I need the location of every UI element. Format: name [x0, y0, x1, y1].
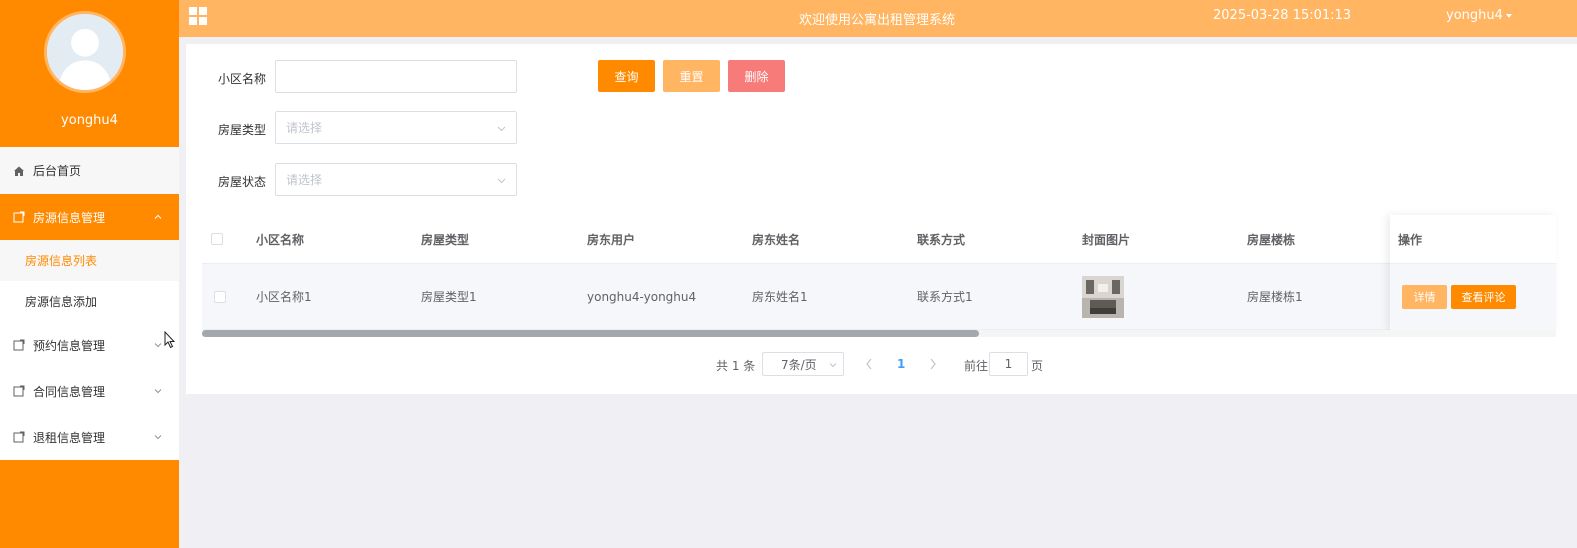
- sidebar-item-label: 房源信息管理: [33, 210, 106, 225]
- cell-community: 小区名称1: [256, 290, 312, 304]
- actions-cell: 详情 查看评论: [1390, 264, 1556, 330]
- cell-cover: [1082, 264, 1124, 329]
- page-number[interactable]: 1: [897, 357, 905, 371]
- user-dropdown[interactable]: yonghu4: [1446, 8, 1512, 23]
- community-input[interactable]: [275, 60, 517, 93]
- reset-button[interactable]: 重置: [663, 60, 720, 92]
- sidebar-item-label: 合同信息管理: [33, 384, 106, 399]
- cell-contact: 联系方式1: [917, 290, 973, 304]
- user-dropdown-label: yonghu4: [1446, 8, 1503, 23]
- pagination: 共 1 条 7条/页 1 前往 1 页: [186, 352, 1577, 376]
- house-type-select[interactable]: 请选择: [275, 111, 517, 144]
- sidebar-item-booking[interactable]: 预约信息管理: [0, 322, 179, 368]
- home-icon: [13, 165, 25, 177]
- table-row[interactable]: 小区名称1 房屋类型1 yonghu4-yonghu4 房东姓名1 联系方式1: [202, 264, 1556, 330]
- sidebar-item-checkout[interactable]: 退租信息管理: [0, 414, 179, 460]
- house-table: 小区名称 房屋类型 房东用户 房东姓名 联系方式 封面图片 房屋楼栋 小区名称1…: [202, 215, 1556, 330]
- header-building[interactable]: 房屋楼栋: [1247, 215, 1295, 263]
- view-reviews-button[interactable]: 查看评论: [1451, 285, 1516, 309]
- sidebar-menu: 后台首页 房源信息管理 房源信息列表 房源信息添加 预约信息管理 合同信息管理: [0, 147, 179, 460]
- house-type-label: 房屋类型: [218, 123, 267, 137]
- header-owner-name[interactable]: 房东姓名: [752, 215, 800, 263]
- header-actions: 操作: [1390, 215, 1556, 264]
- document-icon: [13, 431, 25, 443]
- sidebar-username: yonghu4: [61, 113, 118, 128]
- cover-image[interactable]: [1082, 275, 1124, 318]
- delete-button[interactable]: 删除: [728, 60, 785, 92]
- sidebar-item-home[interactable]: 后台首页: [0, 147, 179, 194]
- page-suffix: 页: [1031, 359, 1044, 373]
- row-checkbox[interactable]: [214, 290, 226, 303]
- detail-button[interactable]: 详情: [1402, 285, 1447, 309]
- cell-building: 房屋楼栋1: [1247, 290, 1303, 304]
- content-card: 小区名称 房屋类型 请选择 房屋状态 请选择 查询 重置 删除 小区名称 房屋类…: [186, 44, 1577, 394]
- chevron-down-icon: [154, 343, 162, 348]
- horizontal-scrollbar[interactable]: [202, 330, 1556, 337]
- document-icon: [13, 385, 25, 397]
- chevron-down-icon: [497, 178, 506, 184]
- goto-page-input[interactable]: 1: [989, 352, 1028, 376]
- app-title: 欢迎使用公寓出租管理系统: [799, 13, 956, 28]
- header-cover[interactable]: 封面图片: [1082, 215, 1130, 263]
- cell-type: 房屋类型1: [421, 290, 477, 304]
- sidebar-item-label: 后台首页: [33, 164, 82, 178]
- chevron-up-icon: [154, 214, 162, 219]
- sidebar-item-house-info[interactable]: 房源信息管理: [0, 194, 179, 240]
- actions-column: 操作 详情 查看评论: [1390, 215, 1556, 331]
- current-datetime: 2025-03-28 15:01:13: [1213, 8, 1352, 23]
- room-photo-icon: [1082, 275, 1124, 318]
- sidebar-subitem-house-list[interactable]: 房源信息列表: [0, 240, 179, 281]
- house-status-select[interactable]: 请选择: [275, 163, 517, 196]
- table-header: 小区名称 房屋类型 房东用户 房东姓名 联系方式 封面图片 房屋楼栋: [202, 215, 1556, 264]
- header-owner-user[interactable]: 房东用户: [587, 215, 635, 263]
- house-status-label: 房屋状态: [218, 175, 267, 189]
- sidebar-item-label: 退租信息管理: [33, 430, 106, 445]
- document-icon: [13, 211, 25, 223]
- sidebar-item-contract[interactable]: 合同信息管理: [0, 368, 179, 414]
- select-all-checkbox[interactable]: [211, 233, 223, 245]
- mouse-cursor-icon: [164, 331, 176, 349]
- chevron-down-icon: [497, 126, 506, 132]
- select-all-cell: [211, 215, 223, 263]
- house-status-placeholder: 请选择: [286, 173, 323, 187]
- profile-panel: yonghu4: [0, 0, 179, 147]
- header-contact[interactable]: 联系方式: [917, 215, 965, 263]
- scrollbar-thumb[interactable]: [202, 330, 979, 337]
- row-select-cell: [214, 264, 226, 329]
- chevron-down-icon: [154, 435, 162, 440]
- house-type-placeholder: 请选择: [286, 121, 323, 135]
- goto-label: 前往: [964, 359, 989, 373]
- header-community[interactable]: 小区名称: [256, 215, 304, 263]
- avatar: [44, 11, 126, 93]
- header-type[interactable]: 房屋类型: [421, 215, 469, 263]
- prev-page-icon[interactable]: [865, 358, 873, 370]
- sidebar-subitem-house-add[interactable]: 房源信息添加: [0, 281, 179, 322]
- query-button[interactable]: 查询: [598, 60, 655, 92]
- caret-down-icon: [1505, 13, 1512, 18]
- top-bar: 欢迎使用公寓出租管理系统 2025-03-28 15:01:13 yonghu4: [179, 0, 1577, 37]
- pagination-total: 共 1 条: [716, 359, 756, 373]
- cell-owner-name: 房东姓名1: [752, 290, 808, 304]
- user-silhouette-icon: [47, 14, 123, 90]
- sidebar-item-label: 预约信息管理: [33, 338, 106, 353]
- page-size-value: 7条/页: [781, 357, 817, 372]
- sidebar: yonghu4 后台首页 房源信息管理 房源信息列表 房源信息添加 预约信息管理: [0, 0, 179, 548]
- community-label: 小区名称: [218, 72, 267, 86]
- cell-owner-user: yonghu4-yonghu4: [587, 289, 697, 304]
- grid-menu-icon[interactable]: [189, 7, 208, 26]
- chevron-down-icon: [154, 389, 162, 394]
- document-icon: [13, 339, 25, 351]
- page-size-select[interactable]: 7条/页: [762, 352, 844, 376]
- next-page-icon[interactable]: [929, 358, 937, 370]
- chevron-down-icon: [829, 363, 837, 368]
